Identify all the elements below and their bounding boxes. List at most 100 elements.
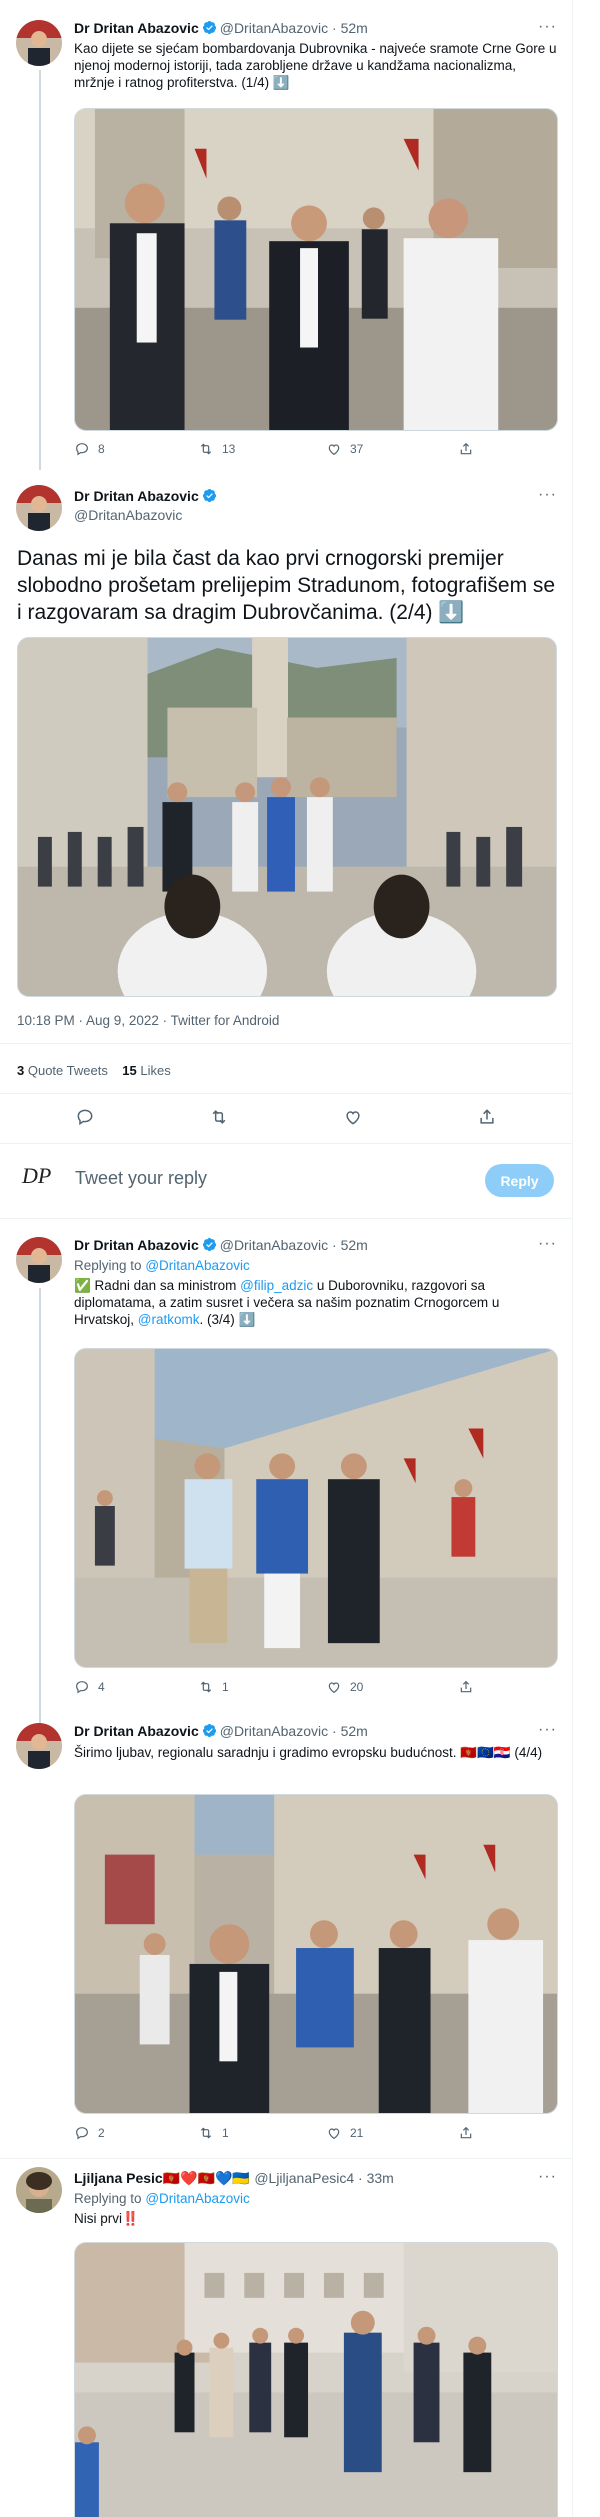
share-action[interactable] [458,2125,474,2141]
like-count: 21 [350,2126,364,2140]
like-icon [328,444,340,456]
tweet-photo[interactable] [17,637,557,997]
like-count[interactable]: 15 [122,1063,136,1078]
verified-badge-icon [202,20,216,35]
replying-to: Replying to @DritanAbazovic [74,1257,250,1274]
avatar[interactable] [16,1723,62,1769]
reply-icon [76,2127,88,2140]
text-part: ✅ Radni dan sa ministrom [74,1278,237,1293]
retweet-icon [200,443,212,455]
author-handle[interactable]: @DritanAbazovic [220,20,328,36]
author-handle[interactable]: @DritanAbazovic [220,1723,328,1739]
reply-action[interactable]: 2 [74,2125,105,2141]
tweet-time[interactable]: 52m [341,1237,368,1253]
tweet-stats: 3 Quote Tweets 15 Likes [17,1063,171,1078]
share-icon [460,2126,472,2139]
tweet-time[interactable]: 52m [341,20,368,36]
like-count: 37 [350,442,364,456]
retweet-icon [200,2127,212,2139]
more-icon[interactable]: ··· [538,2168,557,2186]
tweet-time[interactable]: 33m [367,2170,394,2186]
share-action[interactable] [458,441,474,457]
share-icon [460,442,472,455]
share-icon [480,1109,494,1124]
avatar[interactable] [16,2167,62,2213]
tweet-text-large: Danas mi je bila čast da kao prvi crnogo… [17,547,556,624]
like-action[interactable] [343,1107,363,1127]
share-action[interactable] [477,1107,497,1127]
tweet-text: Širimo ljubav, regionalu saradnju i grad… [74,1745,543,1760]
reply-icon [76,1681,88,1694]
tweet-time[interactable]: 52m [341,1723,368,1739]
like-action[interactable]: 21 [326,2125,363,2141]
tweet-photo[interactable] [74,2242,558,2517]
like-icon [328,2128,340,2140]
retweet-count: 1 [222,1680,229,1694]
retweet-icon [212,1110,226,1124]
avatar[interactable] [16,1237,62,1283]
tweet-photo[interactable] [74,1348,558,1668]
retweet-action[interactable]: 1 [198,2125,229,2141]
author-name[interactable]: Dr Dritan Abazovic [74,1237,199,1253]
replying-label: Replying to [74,1258,142,1273]
like-icon [346,1111,360,1125]
like-action[interactable]: 20 [326,1679,363,1695]
replying-to-mention[interactable]: @DritanAbazovic [145,2191,250,2206]
retweet-action[interactable] [209,1107,229,1127]
retweet-count: 1 [222,2126,229,2140]
author-name[interactable]: Dr Dritan Abazovic [74,1723,199,1739]
more-icon[interactable]: ··· [538,486,557,504]
like-count: 20 [350,1680,364,1694]
like-label[interactable]: Likes [140,1063,170,1078]
replying-to-mention[interactable]: @DritanAbazovic [145,1258,250,1273]
tweet-text: Nisi prvi‼️ [74,2211,139,2226]
mention-link[interactable]: @ratkomk [138,1312,200,1327]
like-action[interactable]: 37 [326,441,363,457]
author-handle[interactable]: @DritanAbazovic [220,1237,328,1253]
reply-action[interactable] [75,1107,95,1127]
more-icon[interactable]: ··· [538,18,557,36]
text-part: . (3/4) ⬇️ [199,1312,256,1327]
thread-line [39,70,41,470]
reply-input[interactable]: Tweet your reply [75,1168,207,1189]
retweet-action[interactable]: 1 [198,1679,229,1695]
reply-icon [77,1109,93,1126]
user-avatar-logo[interactable]: DP [22,1163,56,1197]
share-action[interactable] [458,1679,474,1695]
author-handle[interactable]: @DritanAbazovic [74,507,182,523]
reply-icon [76,443,88,456]
more-icon[interactable]: ··· [538,1235,557,1253]
replying-label: Replying to [74,2191,142,2206]
quote-count[interactable]: 3 [17,1063,24,1078]
reply-count: 2 [98,2126,105,2140]
tweet-photo[interactable] [74,108,558,431]
reply-button[interactable]: Reply [485,1164,554,1197]
reply-count: 8 [98,442,105,456]
author-name[interactable]: Ljiljana Pesic🇲🇪❤️🇲🇪💙🇺🇦 [74,2170,250,2186]
tweet-text: ✅ Radni dan sa ministrom @filip_adzic u … [74,1277,559,1328]
quote-label[interactable]: Quote Tweets [28,1063,108,1078]
mention-link[interactable]: @filip_adzic [240,1278,313,1293]
more-icon[interactable]: ··· [538,1721,557,1739]
replying-to: Replying to @DritanAbazovic [74,2190,250,2207]
author-handle[interactable]: @LjiljanaPesic4 [254,2170,354,2186]
thread-line [39,1288,41,1743]
author-name[interactable]: Dr Dritan Abazovic [74,488,199,504]
verified-badge-icon [202,1723,216,1738]
verified-badge-icon [202,488,216,503]
timeline-column: Dr Dritan Abazovic @DritanAbazovic · 52m … [0,0,573,2517]
like-icon [328,1682,340,1694]
avatar[interactable] [16,20,62,66]
retweet-action[interactable]: 13 [198,441,235,457]
avatar[interactable] [16,485,62,531]
tweet-meta[interactable]: 10:18 PM · Aug 9, 2022 · Twitter for And… [17,1013,279,1028]
retweet-icon [200,1681,212,1693]
share-icon [460,1680,472,1693]
reply-count: 4 [98,1680,105,1694]
tweet-photo[interactable] [74,1794,558,2114]
tweet-text: Kao dijete se sjećam bombardovanja Dubro… [74,41,557,90]
reply-action[interactable]: 4 [74,1679,105,1695]
verified-badge-icon [202,1237,216,1252]
author-name[interactable]: Dr Dritan Abazovic [74,20,199,36]
reply-action[interactable]: 8 [74,441,105,457]
